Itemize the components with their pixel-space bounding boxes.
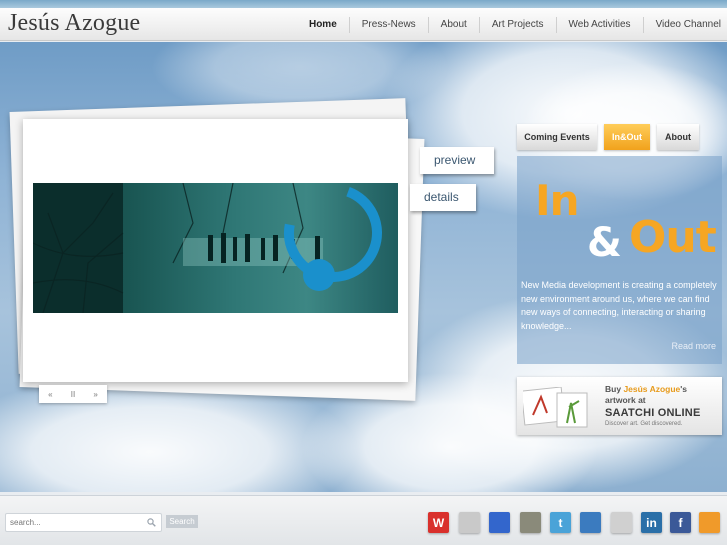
site-logo[interactable]: Jesús Azogue: [8, 10, 140, 37]
slide-card[interactable]: [23, 119, 408, 382]
in-out-title-amp: &: [587, 220, 622, 266]
banner-line2: artwork at: [605, 395, 646, 405]
panel-description: New Media development is creating a comp…: [521, 280, 717, 331]
slide-image[interactable]: [33, 183, 398, 313]
myspace-icon[interactable]: [459, 512, 480, 533]
photo-icon[interactable]: [520, 512, 541, 533]
search-input[interactable]: [5, 513, 162, 532]
delicious-icon[interactable]: [489, 512, 510, 533]
lastfm-icon[interactable]: [611, 512, 632, 533]
details-button[interactable]: details: [410, 184, 476, 211]
nav-item-press-news[interactable]: Press-News: [350, 16, 429, 33]
main-nav: Home Press-News About Art Projects Web A…: [297, 8, 727, 41]
rss-icon[interactable]: [699, 512, 720, 533]
in-out-title-out: Out: [629, 212, 717, 263]
read-more-link[interactable]: Read more: [671, 341, 716, 351]
tab-in-out[interactable]: In&Out: [604, 124, 650, 150]
top-strip: [0, 0, 727, 8]
banner-tagline: Discover art. Get discovered.: [605, 421, 683, 427]
banner-brand: SAATCHI ONLINE: [605, 407, 701, 419]
search-icon[interactable]: [147, 518, 156, 527]
nav-item-home[interactable]: Home: [297, 16, 350, 33]
banner-suffix: 's: [680, 384, 688, 394]
tab-coming-events[interactable]: Coming Events: [517, 124, 597, 150]
slide-artwork: [33, 183, 382, 313]
slideshow-controls: « II »: [39, 385, 107, 403]
site-header: Jesús Azogue Home Press-News About Art P…: [0, 8, 727, 41]
artwork-thumbnail-icon: [523, 387, 588, 428]
facebook-icon[interactable]: f: [670, 512, 691, 533]
messenger-icon[interactable]: [580, 512, 601, 533]
nav-item-art-projects[interactable]: Art Projects: [480, 16, 557, 33]
w-icon[interactable]: W: [428, 512, 449, 533]
nav-item-video-channel[interactable]: Video Channel: [644, 17, 727, 33]
prev-icon[interactable]: «: [48, 390, 52, 399]
tab-about[interactable]: About: [657, 124, 699, 150]
banner-artist: Jesús Azogue: [623, 384, 681, 394]
banner-line1: Buy Jesús Azogue's: [605, 384, 687, 394]
twitter-icon[interactable]: t: [550, 512, 571, 533]
search-button[interactable]: Search: [166, 515, 198, 528]
in-out-panel: In & Out New Media development is creati…: [517, 156, 722, 364]
pause-icon[interactable]: II: [71, 390, 75, 399]
nav-item-web-activities[interactable]: Web Activities: [557, 16, 644, 33]
linkedin-icon[interactable]: in: [641, 512, 662, 533]
in-out-title-in: In: [535, 176, 580, 225]
banner-buy: Buy: [605, 384, 622, 394]
next-icon[interactable]: »: [93, 390, 97, 399]
saatchi-banner[interactable]: Buy Jesús Azogue's artwork at SAATCHI ON…: [517, 377, 722, 435]
nav-item-about[interactable]: About: [429, 16, 480, 33]
preview-button[interactable]: preview: [420, 147, 494, 174]
